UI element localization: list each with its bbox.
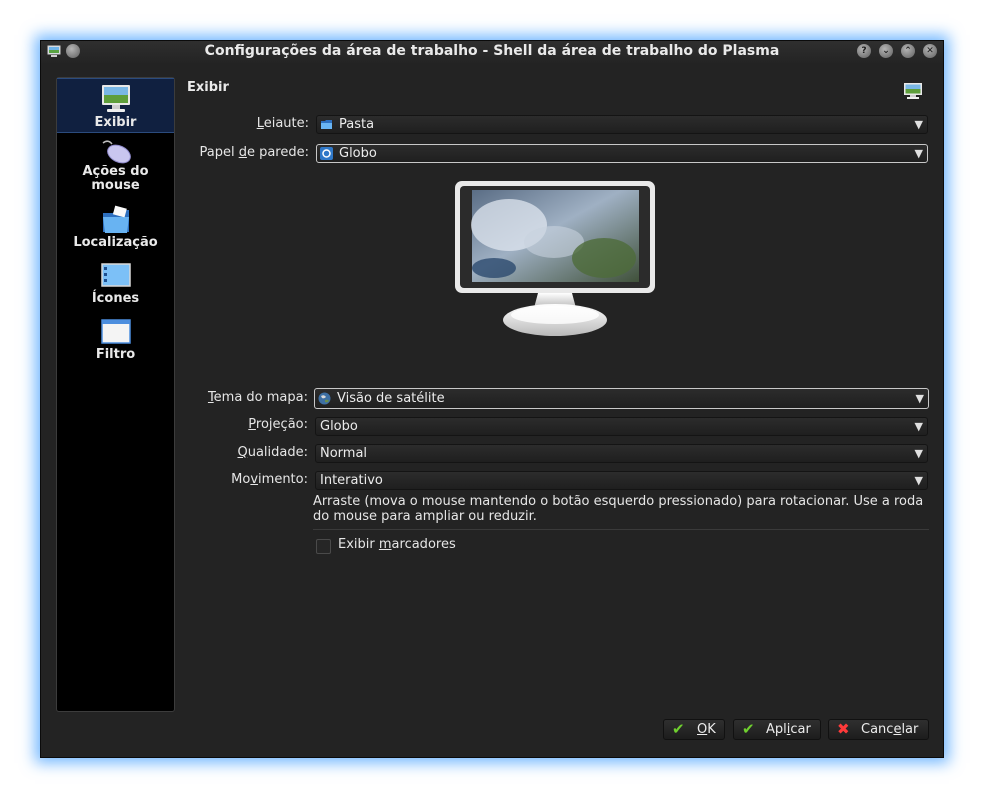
settings-window: Configurações da área de trabalho - Shel…: [40, 40, 944, 758]
map-theme-select[interactable]: Visão de satélite ▼: [314, 388, 929, 409]
layout-label: Leiaute:: [256, 116, 309, 131]
projection-value: Globo: [320, 419, 358, 434]
chevron-down-icon: ▼: [914, 147, 923, 160]
sidebar-item-acoes-do-mouse[interactable]: Ações do mouse: [57, 133, 174, 203]
monitor-icon: [100, 83, 132, 115]
sidebar-item-label: Ícones: [91, 291, 140, 306]
sidebar-item-exibir[interactable]: Exibir: [57, 78, 174, 133]
chevron-down-icon: ▼: [915, 392, 924, 405]
apply-button[interactable]: ✔ Aplicar: [733, 719, 821, 740]
checkmark-icon: ✔: [742, 720, 755, 738]
apply-label: Aplicar: [766, 722, 811, 737]
window-title: Configurações da área de trabalho - Shel…: [204, 43, 780, 59]
chevron-down-icon: ▼: [914, 118, 923, 131]
sidebar: Exibir Ações do mouse Localização Ícones…: [56, 77, 175, 712]
folder-icon: [320, 118, 333, 131]
layout-value: Pasta: [339, 117, 375, 132]
chevron-down-icon: ▼: [914, 447, 923, 460]
title-bar[interactable]: Configurações da área de trabalho - Shel…: [41, 41, 943, 63]
wallpaper-value: Globo: [339, 146, 377, 161]
globe-plugin-icon: [320, 147, 333, 160]
monitor-icon: [903, 81, 923, 101]
sidebar-item-filtro[interactable]: Filtro: [57, 315, 174, 371]
maximize-icon[interactable]: ⌃: [901, 44, 915, 58]
sidebar-item-label: Ações do mouse: [82, 164, 149, 193]
mouse-icon: [100, 139, 132, 165]
projection-select[interactable]: Globo ▼: [315, 417, 928, 436]
layout-select[interactable]: Pasta ▼: [316, 115, 928, 134]
close-icon[interactable]: ✕: [923, 44, 937, 58]
sidebar-item-localizacao[interactable]: Localização: [57, 203, 174, 259]
ok-button[interactable]: ✔ OK: [663, 719, 725, 740]
movement-value: Interativo: [320, 473, 383, 488]
cancel-x-icon: ✖: [837, 720, 850, 738]
quality-select[interactable]: Normal ▼: [315, 444, 928, 463]
quality-label: Qualidade:: [237, 445, 308, 460]
wallpaper-label: Papel de parede:: [199, 145, 309, 160]
show-markers-checkbox[interactable]: [316, 539, 331, 554]
sidebar-item-icones[interactable]: Ícones: [57, 259, 174, 315]
projection-label: Projeção:: [248, 417, 308, 432]
quality-value: Normal: [320, 446, 368, 461]
ok-label: OK: [697, 722, 716, 737]
movement-select[interactable]: Interativo ▼: [315, 471, 928, 490]
icons-window-icon: [100, 261, 132, 291]
cancel-button[interactable]: ✖ Cancelar: [828, 719, 929, 740]
wallpaper-preview: [454, 180, 658, 342]
help-icon[interactable]: ?: [857, 44, 871, 58]
filter-window-icon: [100, 317, 132, 347]
sidebar-item-label: Exibir: [94, 115, 137, 130]
earth-icon: [318, 392, 331, 405]
sidebar-item-label: Localização: [73, 235, 158, 250]
page-title: Exibir: [187, 80, 229, 95]
chevron-down-icon: ▼: [914, 474, 923, 487]
movement-label: Movimento:: [231, 472, 308, 487]
map-theme-label: Tema do mapa:: [207, 390, 308, 405]
chevron-down-icon: ▼: [914, 420, 923, 433]
show-markers-label[interactable]: Exibir marcadores: [338, 537, 456, 552]
wallpaper-select[interactable]: Globo ▼: [316, 144, 928, 163]
help-text: Arraste (mova o mouse mantendo o botão e…: [313, 494, 924, 524]
minimize-icon[interactable]: ⌄: [879, 44, 893, 58]
checkmark-icon: ✔: [672, 720, 685, 738]
folder-icon: [100, 205, 132, 235]
separator: [313, 529, 929, 530]
map-theme-value: Visão de satélite: [337, 391, 445, 406]
sidebar-item-label: Filtro: [95, 347, 136, 362]
cancel-label: Cancelar: [861, 722, 919, 737]
